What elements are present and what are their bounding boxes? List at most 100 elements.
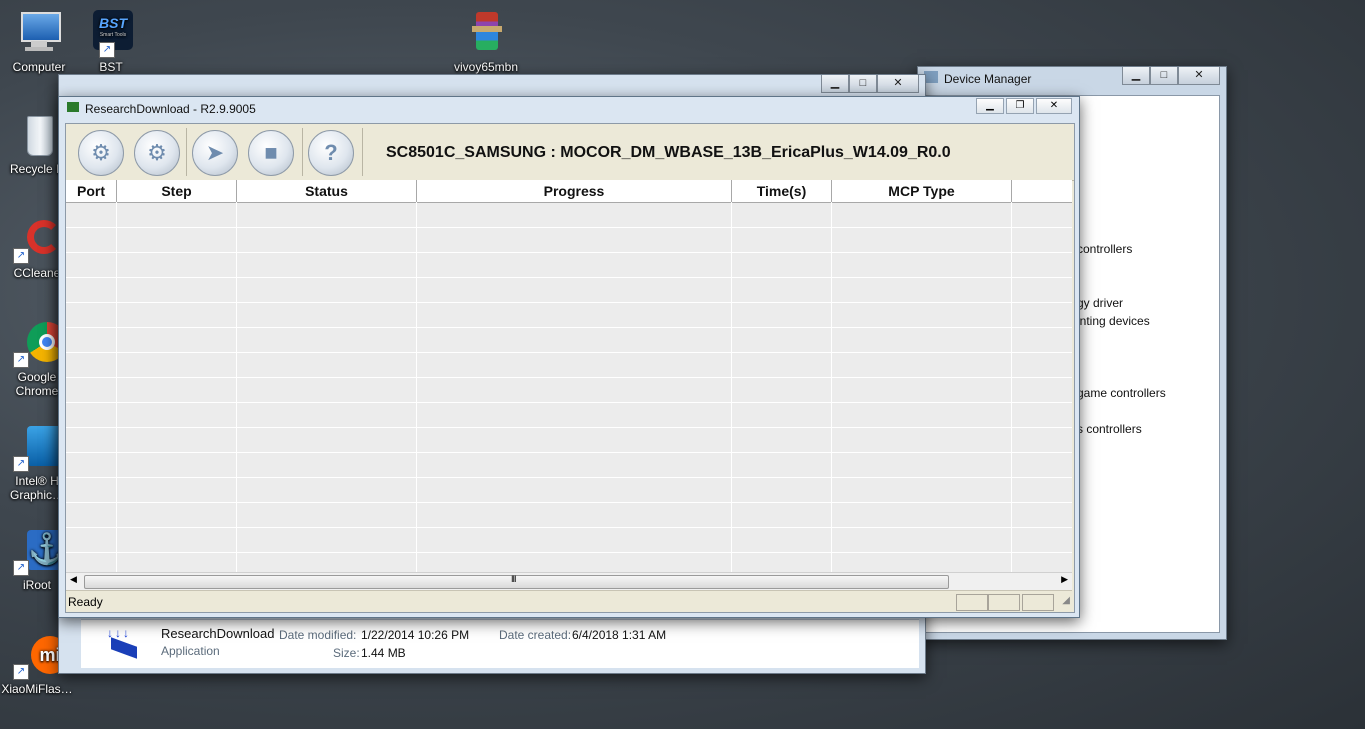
column-header-filler — [1012, 180, 1072, 203]
table-row — [66, 328, 1072, 353]
device-tree-item[interactable]: controllers — [1077, 242, 1132, 256]
gears-icon: ⚙ — [147, 140, 167, 165]
resize-grip-icon[interactable]: ◢ — [1062, 595, 1070, 606]
device-tree-item[interactable]: gy driver — [1077, 296, 1123, 310]
load-packet-button[interactable]: ⚙ — [78, 130, 124, 176]
status-text: Ready — [68, 595, 103, 609]
stop-button[interactable]: ■ — [248, 130, 294, 176]
size-label: Size: — [333, 646, 360, 660]
status-panel — [956, 594, 988, 611]
shortcut-arrow-icon: ↗ — [13, 456, 29, 472]
shortcut-arrow-icon: ↗ — [13, 352, 29, 368]
scroll-right-icon[interactable]: ▶ — [1061, 574, 1068, 585]
mdi-caption-buttons: ▁ ❐ ✕ — [974, 98, 1072, 114]
file-name: ResearchDownload — [161, 626, 275, 641]
application-file-icon: ↓↓↓ — [105, 626, 141, 662]
column-header-time[interactable]: Time(s) — [732, 180, 832, 203]
firmware-name: SC8501C_SAMSUNG : MOCOR_DM_WBASE_13B_Eri… — [386, 144, 951, 161]
shortcut-arrow-icon: ↗ — [99, 42, 115, 58]
table-row — [66, 353, 1072, 378]
play-arrow-icon: ➤ — [205, 140, 225, 165]
close-button[interactable]: ✕ — [1178, 67, 1220, 85]
table-row — [66, 228, 1072, 253]
ccleaner-icon: ↗ — [13, 216, 61, 264]
scroll-left-icon[interactable]: ◀ — [70, 574, 77, 585]
desktop-icon-vivoy65mbn[interactable]: vivoy65mbn — [447, 10, 525, 74]
research-download-titlebar[interactable]: ResearchDownload - R2.9.9005 — [59, 97, 1079, 119]
research-download-window[interactable]: ResearchDownload - R2.9.9005 ▁ ❐ ✕ ⚙ ⚙ ➤… — [58, 96, 1080, 618]
bst-subtitle: Smart Tools — [99, 32, 127, 38]
table-row — [66, 203, 1072, 228]
gear-icon: ⚙ — [91, 140, 111, 165]
table-row — [66, 528, 1072, 553]
computer-icon — [15, 10, 63, 58]
minimize-button[interactable]: ▁ — [1122, 67, 1150, 85]
device-manager-titlebar[interactable]: Device Manager ▁ □ ✕ — [918, 67, 1226, 89]
scroll-grip: III — [511, 574, 516, 584]
table-row — [66, 378, 1072, 403]
winrar-archive-icon — [462, 10, 510, 58]
desktop-icon-label: Computer — [12, 60, 66, 74]
size-value: 1.44 MB — [361, 646, 406, 660]
modified-value: 1/22/2014 10:26 PM — [361, 628, 470, 642]
maximize-button[interactable]: □ — [849, 75, 877, 93]
table-row — [66, 478, 1072, 503]
device-tree-item[interactable]: game controllers — [1077, 386, 1166, 400]
recycle-bin-icon — [13, 112, 61, 160]
desktop-icon-computer[interactable]: Computer — [0, 10, 78, 74]
device-manager-title: Device Manager — [944, 72, 1032, 86]
minimize-button[interactable]: ▁ — [821, 75, 849, 93]
created-label: Date created: — [499, 628, 572, 642]
start-download-button[interactable]: ➤ — [192, 130, 238, 176]
table-row — [66, 253, 1072, 278]
table-row — [66, 303, 1072, 328]
stop-icon: ■ — [264, 140, 278, 165]
shortcut-arrow-icon: ↗ — [13, 664, 29, 680]
horizontal-scrollbar[interactable]: ◀ III ▶ — [66, 572, 1072, 590]
details-pane: ↓↓↓ ResearchDownload Application Date mo… — [81, 619, 919, 668]
desktop-icon-label: vivoy65mbn — [453, 60, 519, 74]
app-icon — [67, 102, 79, 112]
intel-graphics-icon: ↗ — [13, 424, 67, 472]
modified-label: Date modified: — [279, 628, 357, 642]
desktop-icon-label: XiaoMiFlas… — [1, 682, 73, 696]
status-bar: Ready ◢ — [66, 590, 1072, 612]
toolbar: ⚙ ⚙ ➤ ■ ? SC8501C_SAMSUNG : MOCOR_DM_WBA… — [66, 124, 1074, 181]
status-panel — [1022, 594, 1054, 611]
file-type: Application — [161, 644, 220, 658]
maximize-button[interactable]: □ — [1150, 67, 1178, 85]
created-value: 6/4/2018 1:31 AM — [572, 628, 667, 642]
desktop-icon-bst[interactable]: BST Smart Tools ↗ BST — [72, 10, 150, 74]
column-header-mcp-type[interactable]: MCP Type — [832, 180, 1012, 203]
xiaomi-flash-icon: mi ↗ — [13, 632, 69, 680]
mdi-restore-button[interactable]: ❐ — [1006, 98, 1034, 114]
chrome-icon: ↗ — [13, 320, 67, 368]
bst-app-icon: BST Smart Tools ↗ — [87, 10, 135, 58]
client-area: ▁ ❐ ✕ ⚙ ⚙ ➤ ■ ? SC8501C_SAMSUNG : MOCOR_… — [65, 98, 1075, 613]
desktop-icon-label: BST — [99, 60, 123, 74]
help-button[interactable]: ? — [308, 130, 354, 176]
table-row — [66, 503, 1072, 528]
window-title: ResearchDownload - R2.9.9005 — [85, 102, 256, 116]
device-tree-item[interactable]: s controllers — [1077, 422, 1142, 436]
close-button[interactable]: ✕ — [877, 75, 919, 93]
table-row — [66, 453, 1072, 478]
shortcut-arrow-icon: ↗ — [13, 248, 29, 264]
port-list[interactable]: Port Step Status Progress Time(s) MCP Ty… — [66, 180, 1072, 572]
device-manager-icon — [924, 71, 938, 83]
table-row — [66, 428, 1072, 453]
status-panel — [988, 594, 1020, 611]
mdi-close-button[interactable]: ✕ — [1036, 98, 1072, 114]
column-header-progress[interactable]: Progress — [417, 180, 732, 203]
scroll-thumb[interactable]: III — [84, 574, 949, 589]
column-header-status[interactable]: Status — [237, 180, 417, 203]
mdi-minimize-button[interactable]: ▁ — [976, 98, 1004, 114]
settings-button[interactable]: ⚙ — [134, 130, 180, 176]
table-row — [66, 403, 1072, 428]
table-row — [66, 278, 1072, 303]
device-tree-item[interactable]: inting devices — [1077, 314, 1150, 328]
help-icon: ? — [324, 140, 338, 165]
column-header-step[interactable]: Step — [117, 180, 237, 203]
iroot-icon: ⚓ ↗ — [13, 528, 67, 576]
column-header-port[interactable]: Port — [66, 180, 117, 203]
